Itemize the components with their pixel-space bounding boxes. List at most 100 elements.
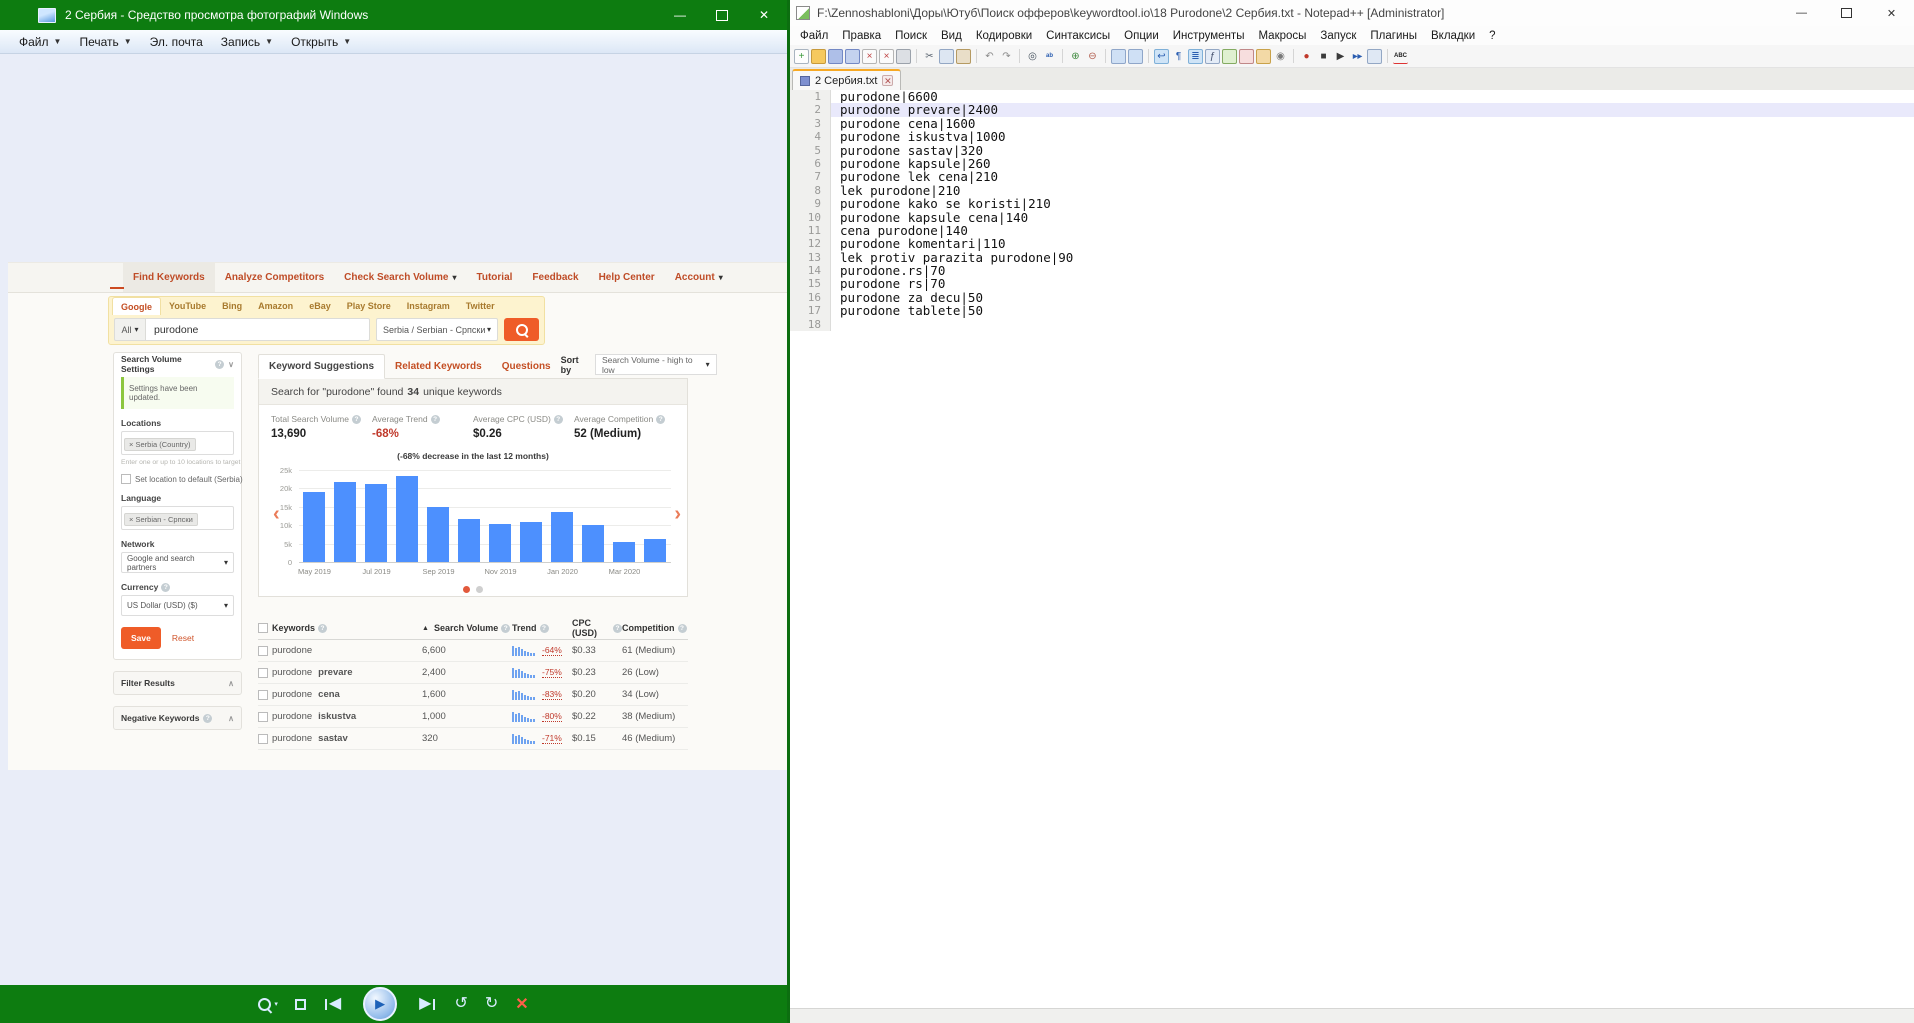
close-button[interactable]: ✕ [743,0,785,30]
save-button[interactable]: Save [121,627,161,649]
open-file-icon[interactable] [811,49,826,64]
npp-menu-синтаксисы[interactable]: Синтаксисы [1039,30,1117,42]
document-list-icon[interactable] [1239,49,1254,64]
notepadpp-titlebar[interactable]: F:\Zennoshabloni\Доры\Ютуб\Поиск офферов… [790,0,1914,26]
trend-percent[interactable]: -83% [542,689,562,700]
trend-percent[interactable]: -80% [542,711,562,722]
pager-dot[interactable] [476,586,483,593]
folder-as-workspace-icon[interactable] [1256,49,1271,64]
save-file-icon[interactable] [828,49,843,64]
rotate-clockwise-button[interactable]: ↻ [485,996,498,1012]
redo-icon[interactable]: ↷ [999,49,1014,64]
checkbox-icon[interactable] [121,474,131,484]
reset-button[interactable]: Reset [172,633,194,643]
locations-input[interactable]: × Serbia (Country) [121,431,234,455]
row-checkbox[interactable] [258,646,272,656]
close-file-icon[interactable]: × [862,49,877,64]
search-scope-dropdown[interactable]: All▾ [114,318,146,341]
language-dropdown[interactable]: Serbia / Serbian - Српски▾ [376,318,498,341]
maximize-button[interactable] [1824,0,1869,26]
zoom-button[interactable]: ▾ [258,998,278,1011]
keyword-cell[interactable]: purodonecena [272,689,422,700]
npp-menu-опции[interactable]: Опции [1117,30,1166,42]
editor-line[interactable]: 11cena purodone|140 [790,224,1914,237]
language-input[interactable]: × Serbian - Српски [121,506,234,530]
line-text[interactable]: purodone sastav|320 [831,144,1914,157]
editor-line[interactable]: 1purodone|6600 [790,90,1914,103]
table-row[interactable]: purodonecena1,600-83%$0.2034 (Low) [258,684,688,706]
editor-line[interactable]: 8lek purodone|210 [790,184,1914,197]
keyword-cell[interactable]: purodonesastav [272,733,422,744]
line-text[interactable]: purodone cena|1600 [831,117,1914,130]
line-text[interactable]: purodone kapsule cena|140 [831,211,1914,224]
viewer-menu-4[interactable]: Запись▼ [212,30,282,53]
nav-item-find-keywords[interactable]: Find Keywords [123,263,215,292]
search-button[interactable] [504,318,539,341]
row-checkbox[interactable] [258,668,272,678]
checkbox-icon[interactable] [258,734,268,744]
column-header-keywords[interactable]: Keywords? [272,623,422,633]
slideshow-button[interactable]: ▶ [363,987,397,1021]
sync-scroll-vertical-icon[interactable] [1111,49,1126,64]
nav-item-account[interactable]: Account▾ [665,263,733,292]
filter-results-header[interactable]: Filter Results ∧ [114,672,241,694]
editor-line[interactable]: 15purodone rs|70 [790,277,1914,290]
tab-related-keywords[interactable]: Related Keywords [385,355,492,378]
location-tag[interactable]: × Serbia (Country) [124,438,196,451]
next-button[interactable]: ▶ [419,996,437,1012]
line-text[interactable]: purodone|6600 [831,90,1914,103]
trend-percent[interactable]: -71% [542,733,562,744]
line-text[interactable] [831,318,1914,331]
line-text[interactable]: lek protiv parazita purodone|90 [831,251,1914,264]
editor-line[interactable]: 7purodone lek cena|210 [790,170,1914,183]
npp-menu-файл[interactable]: Файл [793,30,835,42]
photo-viewer-titlebar[interactable]: 2 Сербия - Средство просмотра фотографий… [0,0,787,30]
save-all-icon[interactable] [845,49,860,64]
sort-dropdown[interactable]: Search Volume - high to low▾ [595,354,717,375]
viewer-menu-2[interactable]: Печать▼ [70,30,140,53]
line-text[interactable]: purodone tablete|50 [831,304,1914,317]
close-all-icon[interactable]: × [879,49,894,64]
checkbox-icon[interactable] [258,646,268,656]
document-tab[interactable]: 2 Сербия.txt ✕ [792,69,901,90]
trend-percent[interactable]: -64% [542,645,562,656]
npp-menu-поиск[interactable]: Поиск [888,30,934,42]
remove-tag-icon[interactable]: × [129,515,133,524]
document-map-icon[interactable] [1222,49,1237,64]
function-list-icon[interactable]: ƒ [1205,49,1220,64]
editor-line[interactable]: 10purodone kapsule cena|140 [790,211,1914,224]
editor-line[interactable]: 3purodone cena|1600 [790,117,1914,130]
cut-icon[interactable]: ✂ [922,49,937,64]
npp-menu-вид[interactable]: Вид [934,30,969,42]
rotate-counterclockwise-button[interactable]: ↺ [454,996,467,1012]
word-wrap-icon[interactable]: ↩ [1154,49,1169,64]
line-text[interactable]: purodone prevare|2400 [831,103,1914,116]
resize-button[interactable] [295,999,306,1010]
language-tag[interactable]: × Serbian - Српски [124,513,198,526]
editor-line[interactable]: 17purodone tablete|50 [790,304,1914,317]
nav-item-help-center[interactable]: Help Center [589,263,665,292]
sync-scroll-horizontal-icon[interactable] [1128,49,1143,64]
spell-check-icon[interactable]: ABC [1393,49,1408,64]
new-file-icon[interactable]: + [794,49,809,64]
replace-icon[interactable]: ab [1042,49,1057,64]
npp-menu-инструменты[interactable]: Инструменты [1166,30,1252,42]
show-all-characters-icon[interactable]: ¶ [1171,49,1186,64]
network-dropdown[interactable]: Google and search partners▾ [121,552,234,573]
platform-tab-google[interactable]: Google [112,297,161,315]
nav-item-feedback[interactable]: Feedback [522,263,588,292]
next-period-arrow[interactable]: › [674,504,681,524]
table-row[interactable]: purodone6,600-64%$0.3361 (Medium) [258,640,688,662]
line-text[interactable]: cena purodone|140 [831,224,1914,237]
viewer-menu-5[interactable]: Открыть▼ [282,30,360,53]
line-text[interactable]: lek purodone|210 [831,184,1914,197]
file-monitoring-icon[interactable]: ◉ [1273,49,1288,64]
macro-stop-icon[interactable]: ■ [1316,49,1331,64]
editor-line[interactable]: 18 [790,318,1914,331]
nav-item-check-search-volume[interactable]: Check Search Volume▾ [334,263,466,292]
npp-menu-правка[interactable]: Правка [835,30,888,42]
trend-percent[interactable]: -75% [542,667,562,678]
negative-keywords-header[interactable]: Negative Keywords ? ∧ [114,707,241,729]
print-icon[interactable] [896,49,911,64]
line-text[interactable]: purodone kapsule|260 [831,157,1914,170]
